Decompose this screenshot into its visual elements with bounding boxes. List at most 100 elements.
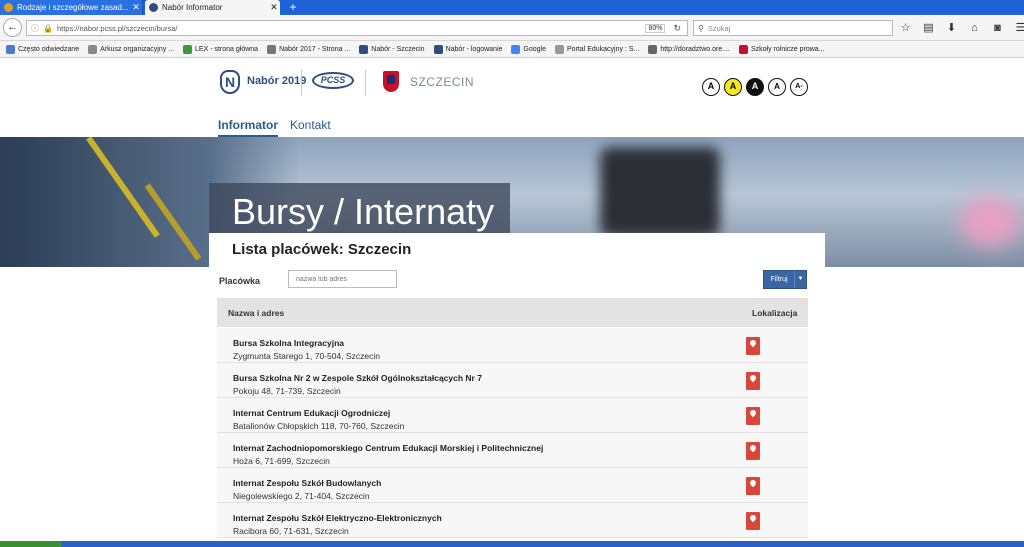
bookmark-page-icon <box>739 44 748 54</box>
map-pin-icon[interactable] <box>746 372 760 390</box>
download-icon[interactable]: ⬇ <box>943 20 960 36</box>
filter-input[interactable] <box>288 270 397 288</box>
facility-name[interactable]: Internat Centrum Edukacji Ogrodniczej <box>233 408 390 418</box>
menu-item-kontakt[interactable]: Kontakt <box>290 118 331 138</box>
bookmark-page-icon <box>88 44 98 54</box>
bookmark-item[interactable]: http://doradztwo.ore.... <box>648 44 730 54</box>
contrast-default-button[interactable]: A <box>702 78 720 96</box>
tab-label: Rodzaje i szczegółowe zasad... <box>17 3 129 12</box>
divider <box>301 70 302 96</box>
column-header-location: Lokalizacja <box>752 308 798 318</box>
map-pin-icon[interactable] <box>746 407 760 425</box>
close-icon[interactable]: ✕ <box>268 2 280 13</box>
table-row: Internat Zespołu Szkół Elektryczno-Elekt… <box>217 503 808 538</box>
favicon-icon <box>4 3 13 12</box>
map-pin-icon[interactable] <box>746 442 760 460</box>
search-icon: ⚲ <box>698 23 704 33</box>
menu-icon[interactable]: ☰ <box>1012 20 1024 36</box>
bookmark-page-icon <box>183 44 193 54</box>
facility-address: Batalionów Chłopskich 118, 70-760, Szcze… <box>233 421 405 431</box>
main-menu: Informator Kontakt <box>218 118 331 138</box>
bookmark-page-icon <box>267 44 277 54</box>
pocket-icon[interactable]: ◙ <box>989 20 1006 36</box>
facility-name[interactable]: Bursa Szkolna Nr 2 w Zespole Szkół Ogóln… <box>233 373 482 383</box>
tab-rodzaje[interactable]: Rodzaje i szczegółowe zasad... ✕ <box>0 0 143 15</box>
bookmark-item[interactable]: Arkusz organizacyjny ... <box>88 44 174 54</box>
menu-item-informator[interactable]: Informator <box>218 118 278 138</box>
filter-button-label[interactable]: Filtruj <box>764 271 795 288</box>
facility-address: Hoża 6, 71-699, Szczecin <box>233 456 330 466</box>
star-icon[interactable]: ☆ <box>897 20 914 36</box>
chevron-down-icon[interactable]: ▼ <box>795 271 806 288</box>
contrast-dark-button[interactable]: A <box>746 78 764 96</box>
site-logo-text[interactable]: Nabór 2019 <box>247 75 306 87</box>
bookmark-item[interactable]: Często odwiedzane <box>6 44 79 54</box>
facility-address: Racibora 60, 71-631, Szczecin <box>233 526 349 536</box>
url-text[interactable]: https://nabor.pcss.pl/szczecin/bursa/ <box>57 24 645 33</box>
contrast-switcher: A A A A A- <box>702 78 808 96</box>
bookmark-item[interactable]: LEX - strona główna <box>183 44 258 54</box>
map-pin-icon[interactable] <box>746 337 760 355</box>
facility-address: Zygmunta Starego 1, 70-504, Szczecin <box>233 351 380 361</box>
reload-icon[interactable]: ↻ <box>673 23 681 34</box>
facility-name[interactable]: Internat Zespołu Szkół Budowlanych <box>233 478 381 488</box>
search-placeholder: Szukaj <box>707 23 731 33</box>
pcss-logo[interactable]: PCSS <box>312 72 354 89</box>
bookmark-page-icon <box>554 44 564 54</box>
new-tab-button[interactable]: + <box>286 0 300 15</box>
tab-nabor-informator[interactable]: Nabór Informator ✕ <box>145 0 280 15</box>
list-title: Lista placówek: Szczecin <box>232 241 412 258</box>
home-icon[interactable]: ⌂ <box>966 20 983 36</box>
bookmark-item[interactable]: Nabór - Szczecin <box>359 44 425 54</box>
column-header-name: Nazwa i adres <box>228 308 285 318</box>
zoom-indicator[interactable]: 80% <box>645 23 666 33</box>
close-icon[interactable]: ✕ <box>130 2 142 13</box>
bookmark-item[interactable]: Nabór 2017 - Strona ... <box>267 44 350 54</box>
bookmark-page-icon <box>648 44 658 54</box>
browser-tab-bar: Rodzaje i szczegółowe zasad... ✕ Nabór I… <box>0 0 1024 15</box>
facility-name[interactable]: Bursa Szkolna Integracyjna <box>233 338 344 348</box>
facility-address: Niegolewskiego 2, 71-404, Szczecin <box>233 491 370 501</box>
bookmark-item[interactable]: Google <box>511 44 546 54</box>
reading-list-icon[interactable]: ▤ <box>920 20 937 36</box>
contrast-yellow-button[interactable]: A <box>724 78 742 96</box>
facility-name[interactable]: Internat Zespołu Szkół Elektryczno-Elekt… <box>233 513 442 523</box>
os-taskbar <box>0 541 1024 547</box>
site-header <box>0 58 1024 137</box>
bookmark-item[interactable]: Portal Edukacyjny : S... <box>554 44 639 54</box>
table-row: Bursa Szkolna Integracyjna Zygmunta Star… <box>217 328 808 363</box>
map-pin-icon[interactable] <box>746 512 760 530</box>
lock-icon: 🔒 <box>43 23 53 33</box>
font-larger-button[interactable]: A <box>768 78 786 96</box>
bookmark-item[interactable]: Nabór - logowanie <box>433 44 502 54</box>
table-row: Bursa Szkolna Nr 2 w Zespole Szkół Ogóln… <box>217 363 808 398</box>
table-row: Internat Centrum Edukacji Ogrodniczej Ba… <box>217 398 808 433</box>
google-icon <box>511 44 521 54</box>
szczecin-crest-icon <box>383 71 399 92</box>
browser-search-input[interactable]: ⚲ Szukaj <box>693 20 893 36</box>
facility-name[interactable]: Internat Zachodniopomorskiego Centrum Ed… <box>233 443 543 453</box>
hero-decoration <box>960 197 1020 247</box>
font-smaller-button[interactable]: A- <box>790 78 808 96</box>
filter-label: Placówka <box>219 276 261 286</box>
page-title: Bursy / Internaty <box>232 191 495 232</box>
bookmarks-bar: Często odwiedzane Arkusz organizacyjny .… <box>0 41 1024 58</box>
info-icon[interactable]: ⓘ <box>31 23 39 34</box>
table-row: Internat Zachodniopomorskiego Centrum Ed… <box>217 433 808 468</box>
bookmark-folder-icon <box>6 44 15 54</box>
city-name: SZCZECIN <box>410 75 474 89</box>
bookmark-page-icon <box>359 44 369 54</box>
bookmark-item[interactable]: Szkoły rolnicze prowa... <box>739 44 825 54</box>
hero-decoration <box>600 147 720 237</box>
table-header <box>217 298 808 327</box>
nabor-logo-icon[interactable]: N <box>220 70 240 94</box>
browser-nav-bar: ← ⓘ 🔒 https://nabor.pcss.pl/szczecin/bur… <box>0 15 1024 41</box>
bookmark-page-icon <box>433 44 443 54</box>
back-button[interactable]: ← <box>3 18 22 37</box>
tab-label: Nabór Informator <box>162 3 223 12</box>
filter-button[interactable]: Filtruj ▼ <box>763 270 807 289</box>
favicon-icon <box>149 3 158 12</box>
table-row: Internat Zespołu Szkół Budowlanych Niego… <box>217 468 808 503</box>
address-bar[interactable]: ⓘ 🔒 https://nabor.pcss.pl/szczecin/bursa… <box>26 20 688 36</box>
map-pin-icon[interactable] <box>746 477 760 495</box>
